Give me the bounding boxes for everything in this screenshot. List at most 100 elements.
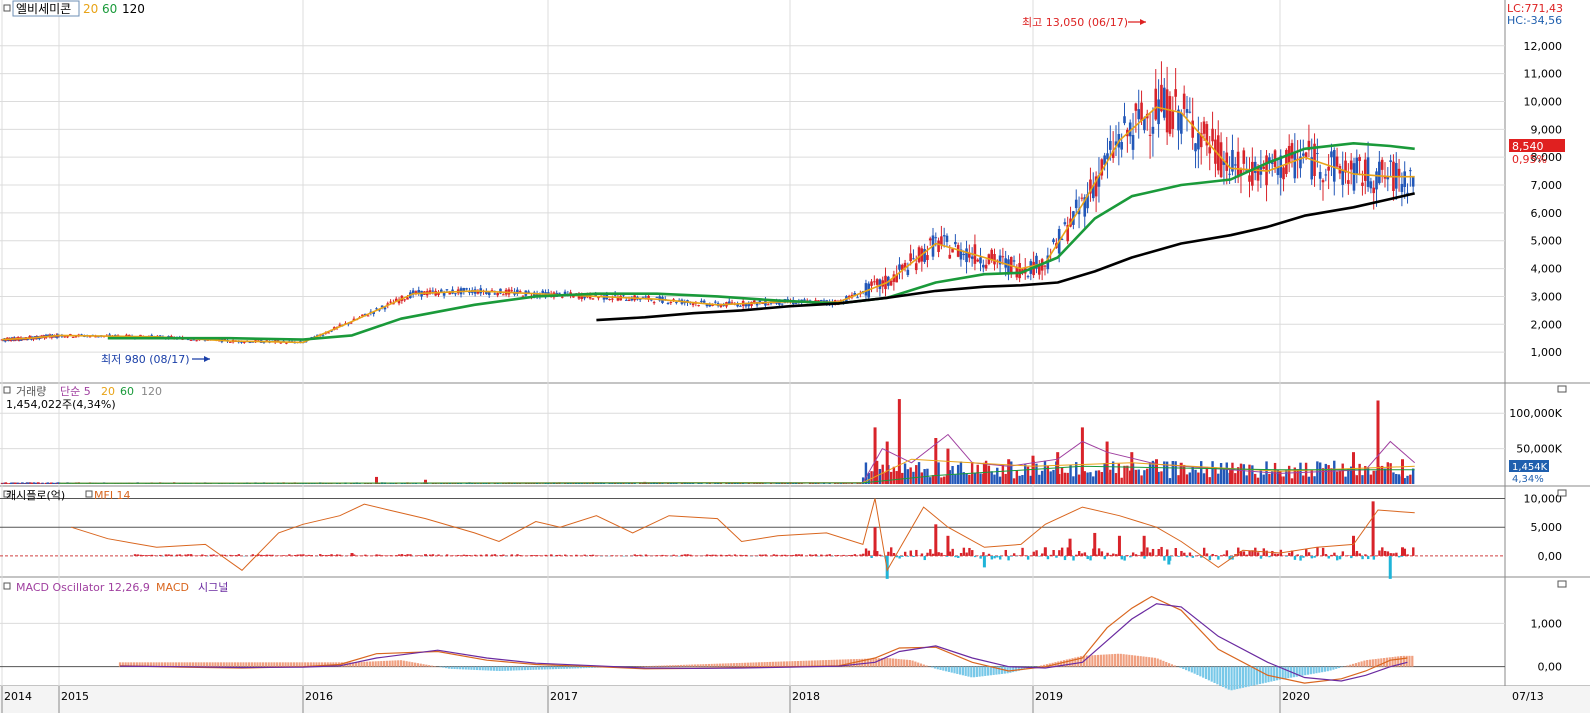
candle-body bbox=[1395, 163, 1398, 189]
volume-ma60-label: 60 bbox=[120, 385, 134, 398]
candle-body bbox=[1325, 174, 1328, 175]
volume-badge-text: 1,454K bbox=[1512, 462, 1548, 473]
volume-bar bbox=[898, 399, 901, 484]
volume-bar bbox=[1398, 474, 1400, 484]
cashflow-bar bbox=[843, 555, 845, 556]
panel-collapse-icon[interactable] bbox=[1558, 581, 1566, 587]
macd-oscillator-bar bbox=[1276, 667, 1278, 681]
cashflow-bar bbox=[184, 555, 186, 556]
macd-oscillator-bar bbox=[1213, 667, 1215, 683]
cashflow-bar bbox=[1061, 548, 1063, 556]
candle-body bbox=[870, 281, 873, 285]
panel-collapse-icon[interactable] bbox=[1558, 490, 1566, 496]
volume-bar bbox=[1412, 469, 1414, 484]
volume-tick-label: 50,000K bbox=[1516, 443, 1562, 456]
macd-oscillator-bar bbox=[669, 665, 671, 666]
cashflow-bar bbox=[1398, 556, 1400, 557]
volume-bar bbox=[817, 483, 819, 484]
macd-oscillator-bar bbox=[1324, 667, 1326, 672]
volume-bar bbox=[1186, 474, 1188, 484]
current-change-text: 0,95% bbox=[1512, 153, 1547, 166]
cashflow-bar bbox=[460, 555, 462, 556]
volume-bar bbox=[954, 475, 956, 484]
cashflow-bar bbox=[437, 555, 439, 556]
x-tick-label: 2014 bbox=[4, 690, 32, 703]
cashflow-bar bbox=[1342, 551, 1344, 556]
cashflow-bar bbox=[965, 553, 967, 556]
cashflow-bar bbox=[983, 556, 986, 567]
cashflow-bar bbox=[1146, 547, 1148, 555]
macd-oscillator-bar bbox=[889, 658, 891, 666]
chart-canvas[interactable]: 20142015201620172018201920201,0002,0003,… bbox=[0, 0, 1590, 713]
cashflow-bar bbox=[1047, 556, 1049, 559]
cashflow-bar bbox=[516, 554, 518, 556]
macd-oscillator-bar bbox=[1071, 658, 1073, 667]
cashflow-bar bbox=[1395, 553, 1397, 556]
macd-oscillator-bar bbox=[1293, 667, 1295, 678]
macd-oscillator-bar bbox=[680, 665, 682, 667]
panel-menu-icon[interactable] bbox=[4, 583, 10, 589]
macd-oscillator-bar bbox=[211, 662, 213, 666]
macd-oscillator-bar bbox=[1094, 655, 1096, 667]
volume-bar bbox=[1155, 459, 1158, 484]
macd-oscillator-bar bbox=[953, 667, 955, 674]
macd-oscillator-bar bbox=[408, 662, 410, 667]
cashflow-bar bbox=[943, 555, 945, 556]
cashflow-bar bbox=[792, 555, 794, 556]
macd-oscillator-bar bbox=[713, 664, 715, 667]
cashflow-bar bbox=[1183, 553, 1185, 556]
volume-bar bbox=[1262, 475, 1264, 484]
candle-body bbox=[1347, 180, 1350, 184]
volume-bar bbox=[725, 483, 727, 484]
macd-oscillator-bar bbox=[1111, 654, 1113, 667]
macd-oscillator-bar bbox=[394, 660, 396, 666]
candle-body bbox=[1002, 256, 1005, 257]
cashflow-bar bbox=[1041, 553, 1043, 555]
candle-body bbox=[403, 299, 406, 300]
cashflow-bar bbox=[1033, 552, 1035, 556]
macd-oscillator-bar bbox=[434, 666, 436, 667]
cashflow-bar bbox=[1294, 556, 1296, 560]
cashflow-bar bbox=[1412, 547, 1414, 556]
macd-oscillator-bar bbox=[228, 662, 230, 666]
panel-collapse-icon[interactable] bbox=[1558, 386, 1566, 392]
panel-menu-icon[interactable] bbox=[4, 5, 10, 11]
candle-body bbox=[1157, 99, 1160, 124]
candle-body bbox=[700, 301, 703, 302]
cashflow-bar bbox=[1254, 548, 1256, 556]
candle-body bbox=[1228, 174, 1231, 175]
price-tick-label: 11,000 bbox=[1524, 68, 1563, 81]
macd-oscillator-bar bbox=[711, 664, 713, 667]
macd-oscillator-bar bbox=[755, 662, 757, 666]
candle-body bbox=[432, 291, 435, 292]
candle-body bbox=[527, 291, 530, 292]
macd-oscillator-bar bbox=[917, 663, 919, 667]
macd-oscillator-bar bbox=[747, 663, 749, 667]
volume-bar bbox=[1089, 472, 1091, 484]
macd-oscillator-bar bbox=[284, 662, 286, 666]
cashflow-bar bbox=[1268, 556, 1270, 557]
candle-body bbox=[446, 289, 449, 290]
macd-oscillator-bar bbox=[666, 665, 668, 666]
cashflow-bar bbox=[1075, 555, 1077, 556]
candle-body bbox=[1330, 151, 1333, 157]
cashflow-bar bbox=[558, 555, 560, 556]
macd-oscillator-bar bbox=[1242, 667, 1244, 688]
cashflow-bar bbox=[204, 555, 206, 556]
volume-bar bbox=[940, 477, 942, 484]
volume-bar bbox=[840, 483, 842, 484]
macd-oscillator-bar bbox=[1380, 658, 1382, 666]
cashflow-bar bbox=[645, 555, 647, 556]
volume-bar bbox=[1305, 463, 1307, 484]
macd-oscillator-bar bbox=[445, 667, 447, 668]
cashflow-bar bbox=[466, 555, 468, 556]
macd-oscillator-bar bbox=[892, 659, 894, 667]
cashflow-bar bbox=[153, 555, 155, 556]
panel-menu-icon[interactable] bbox=[4, 387, 10, 393]
cashflow-bar bbox=[921, 553, 923, 555]
macd-oscillator-bar bbox=[752, 662, 754, 666]
indicator-menu-icon[interactable] bbox=[86, 491, 92, 497]
macd-oscillator-bar bbox=[663, 665, 665, 666]
volume-bar bbox=[1138, 470, 1140, 484]
cashflow-bar bbox=[1035, 550, 1037, 556]
